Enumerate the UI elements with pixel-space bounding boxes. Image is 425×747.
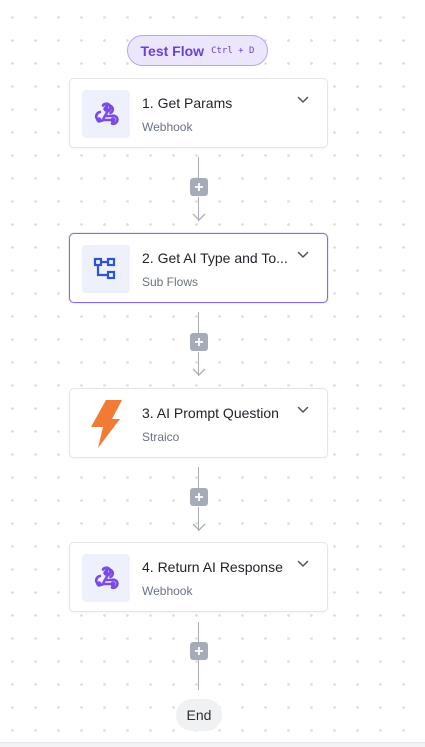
add-step-button[interactable] [190,333,208,351]
chevron-down-icon[interactable] [296,248,310,262]
step-subtitle: Webhook [142,120,193,134]
test-flow-shortcut: Ctrl + D [211,45,255,56]
step-subtitle: Straico [142,430,180,444]
step-title: 2. Get AI Type and To... [142,250,288,266]
plus-icon [195,647,203,655]
arrow-down-icon [192,368,206,376]
step-icon-box [82,245,130,293]
step-subtitle: Webhook [142,584,193,598]
step-icon-box [82,554,130,602]
step-subtitle: Sub Flows [142,275,199,289]
connector [189,312,209,382]
bottom-divider [0,742,425,747]
step-card-get-params[interactable]: 1. Get Params Webhook [69,78,328,148]
webhook-icon [94,102,119,126]
straico-bolt-icon [91,400,122,448]
end-node: End [176,699,222,731]
add-step-button[interactable] [190,178,208,196]
plus-icon [195,493,203,501]
arrow-down-icon [192,213,206,221]
step-card-get-ai-type[interactable]: 2. Get AI Type and To... Sub Flows [69,233,328,303]
add-step-button[interactable] [190,642,208,660]
webhook-icon [94,566,119,590]
sub-flows-icon [93,257,116,280]
connector [189,467,209,537]
arrow-down-icon [192,523,206,531]
chevron-down-icon[interactable] [296,403,310,417]
test-flow-button[interactable]: Test Flow Ctrl + D [127,35,268,66]
chevron-down-icon[interactable] [296,93,310,107]
step-title: 3. AI Prompt Question [142,405,279,421]
step-title: 4. Return AI Response [142,559,283,575]
step-card-ai-prompt-question[interactable]: 3. AI Prompt Question Straico [69,388,328,458]
plus-icon [195,183,203,191]
connector [189,157,209,227]
step-icon-box [82,400,130,448]
test-flow-label: Test Flow [140,42,205,59]
add-step-button[interactable] [190,488,208,506]
step-title: 1. Get Params [142,95,233,111]
connector [189,621,209,691]
step-icon-box [82,90,130,138]
plus-icon [195,338,203,346]
step-card-return-ai-response[interactable]: 4. Return AI Response Webhook [69,542,328,612]
chevron-down-icon[interactable] [296,557,310,571]
